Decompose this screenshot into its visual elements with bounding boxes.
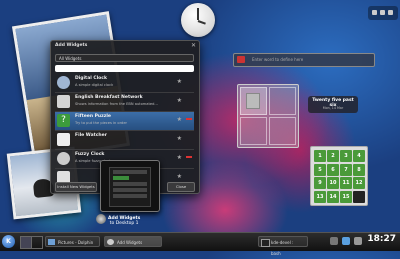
widget-name: Fifteen Puzzle [75, 114, 111, 119]
toolbox-icon [380, 10, 385, 15]
widget-name: Fuzzy Clock [75, 152, 105, 157]
list-item[interactable]: File Watcher ★ [55, 131, 194, 150]
preview-row [113, 188, 147, 192]
dialog-title: Add Widgets [55, 43, 88, 48]
dictionary-icon [237, 56, 245, 63]
puzzle-tile[interactable]: 5 [314, 163, 326, 176]
puzzle-tile[interactable]: 4 [353, 150, 365, 162]
pager-desktop-1[interactable] [240, 87, 267, 115]
pager-desktop-4[interactable] [269, 117, 296, 145]
clock-hour-hand [197, 20, 206, 25]
analog-clock-widget[interactable] [181, 3, 215, 37]
star-icon[interactable]: ★ [177, 78, 182, 85]
widget-desc: A simple digital clock [75, 83, 114, 87]
dictionary-widget[interactable]: Enter word to define here [233, 53, 375, 67]
widgets-icon [107, 239, 114, 245]
task-dolphin[interactable]: Pictures - Dolphin [45, 236, 100, 247]
puzzle-empty-slot[interactable] [353, 190, 365, 203]
task-label: kde-devel : bash [271, 240, 294, 256]
puzzle-icon: ? [57, 114, 70, 127]
widget-name: File Watcher [75, 133, 107, 138]
pager-desktop-3[interactable] [240, 117, 267, 145]
list-item[interactable]: Digital Clock A simple digital clock ★ [55, 74, 194, 93]
preview-thumbnail [109, 167, 151, 207]
preview-row [113, 194, 147, 198]
pager-desktop-2[interactable] [269, 87, 296, 115]
puzzle-tile[interactable]: 7 [340, 163, 352, 176]
task-add-widgets[interactable]: Add Widgets [104, 236, 162, 247]
widget-desc: Shows information from the EBN automated… [75, 102, 158, 106]
category-filter-select[interactable]: All Widgets [55, 54, 194, 62]
puzzle-tile[interactable]: 12 [353, 177, 365, 189]
puzzle-tile[interactable]: 15 [340, 190, 352, 203]
toolbox-icon [388, 10, 393, 15]
panel-clock[interactable]: 18:27 [367, 234, 396, 244]
star-icon[interactable]: ★ [177, 135, 182, 142]
list-item[interactable]: English Breakfast Network Shows informat… [55, 93, 194, 112]
task-konsole[interactable]: kde-devel : bash [258, 236, 308, 256]
puzzle-tile[interactable]: 2 [327, 150, 339, 162]
fuzzy-clock-widget[interactable]: Twenty five past six Mon, 14 Mar [308, 96, 358, 113]
digital-clock-icon [57, 76, 70, 89]
taskbar-preview-popup [100, 160, 160, 212]
kde-menu-button[interactable]: K [2, 235, 15, 248]
window-thumbnail [246, 93, 260, 109]
puzzle-tile[interactable]: 8 [353, 163, 365, 176]
puzzle-tile[interactable]: 1 [314, 150, 326, 162]
device-notifier-icon[interactable] [330, 237, 338, 245]
taskbar-panel: K Pictures - Dolphin Add Widgets kde-dev… [0, 232, 400, 256]
puzzle-tile[interactable]: 11 [340, 177, 352, 189]
fifteen-puzzle-widget[interactable]: 1 2 3 4 5 6 7 8 9 10 11 12 13 14 15 [310, 146, 368, 206]
close-icon[interactable]: ✕ [191, 42, 196, 49]
panel-pager-desktop-2[interactable] [31, 236, 43, 249]
dictionary-input[interactable]: Enter word to define here [252, 57, 303, 62]
remove-icon[interactable] [186, 118, 192, 120]
puzzle-tile[interactable]: 3 [340, 150, 352, 162]
fuzzy-clock-date: Mon, 14 Mar [322, 106, 344, 110]
star-icon[interactable]: ★ [177, 97, 182, 104]
file-icon [57, 133, 70, 146]
battery-icon[interactable] [354, 237, 362, 245]
clock-minute-hand [197, 8, 199, 20]
widget-search-input[interactable] [55, 65, 194, 72]
preview-label-line2: to Desktop 1 [109, 221, 139, 226]
star-icon[interactable]: ★ [177, 154, 182, 161]
puzzle-tile[interactable]: 13 [314, 190, 326, 203]
fuzzy-clock-icon [57, 152, 70, 165]
puzzle-tile[interactable]: 10 [327, 177, 339, 189]
widget-name: English Breakfast Network [75, 95, 143, 100]
puzzle-tile[interactable]: 6 [327, 163, 339, 176]
terminal-icon [261, 239, 270, 247]
preview-row [113, 176, 129, 180]
preview-app-icon [96, 214, 106, 224]
preview-row [113, 182, 147, 186]
widget-desc: Try to put the pieces in order [75, 121, 128, 125]
preview-label: Add Widgets to Desktop 1 [108, 216, 140, 226]
task-label: Pictures - Dolphin [58, 240, 94, 245]
star-icon[interactable]: ★ [177, 116, 182, 123]
star-icon[interactable]: ★ [177, 173, 182, 180]
folder-icon [48, 239, 55, 245]
install-widgets-button[interactable]: Install New Widgets [55, 182, 97, 192]
toolbox-icon [372, 10, 377, 15]
task-label: Add Widgets [117, 240, 143, 245]
teacup-icon [57, 95, 70, 108]
puzzle-tile[interactable]: 9 [314, 177, 326, 189]
list-item-selected[interactable]: ? Fifteen Puzzle Try to put the pieces i… [55, 112, 194, 131]
desktop-toolbox[interactable] [368, 6, 398, 20]
monitor-icon[interactable] [342, 237, 350, 245]
pager-widget[interactable] [237, 84, 299, 148]
widget-name: Digital Clock [75, 76, 107, 81]
remove-icon[interactable] [186, 156, 192, 158]
preview-row [113, 170, 147, 174]
close-button[interactable]: Close [167, 182, 195, 192]
puzzle-tile[interactable]: 14 [327, 190, 339, 203]
